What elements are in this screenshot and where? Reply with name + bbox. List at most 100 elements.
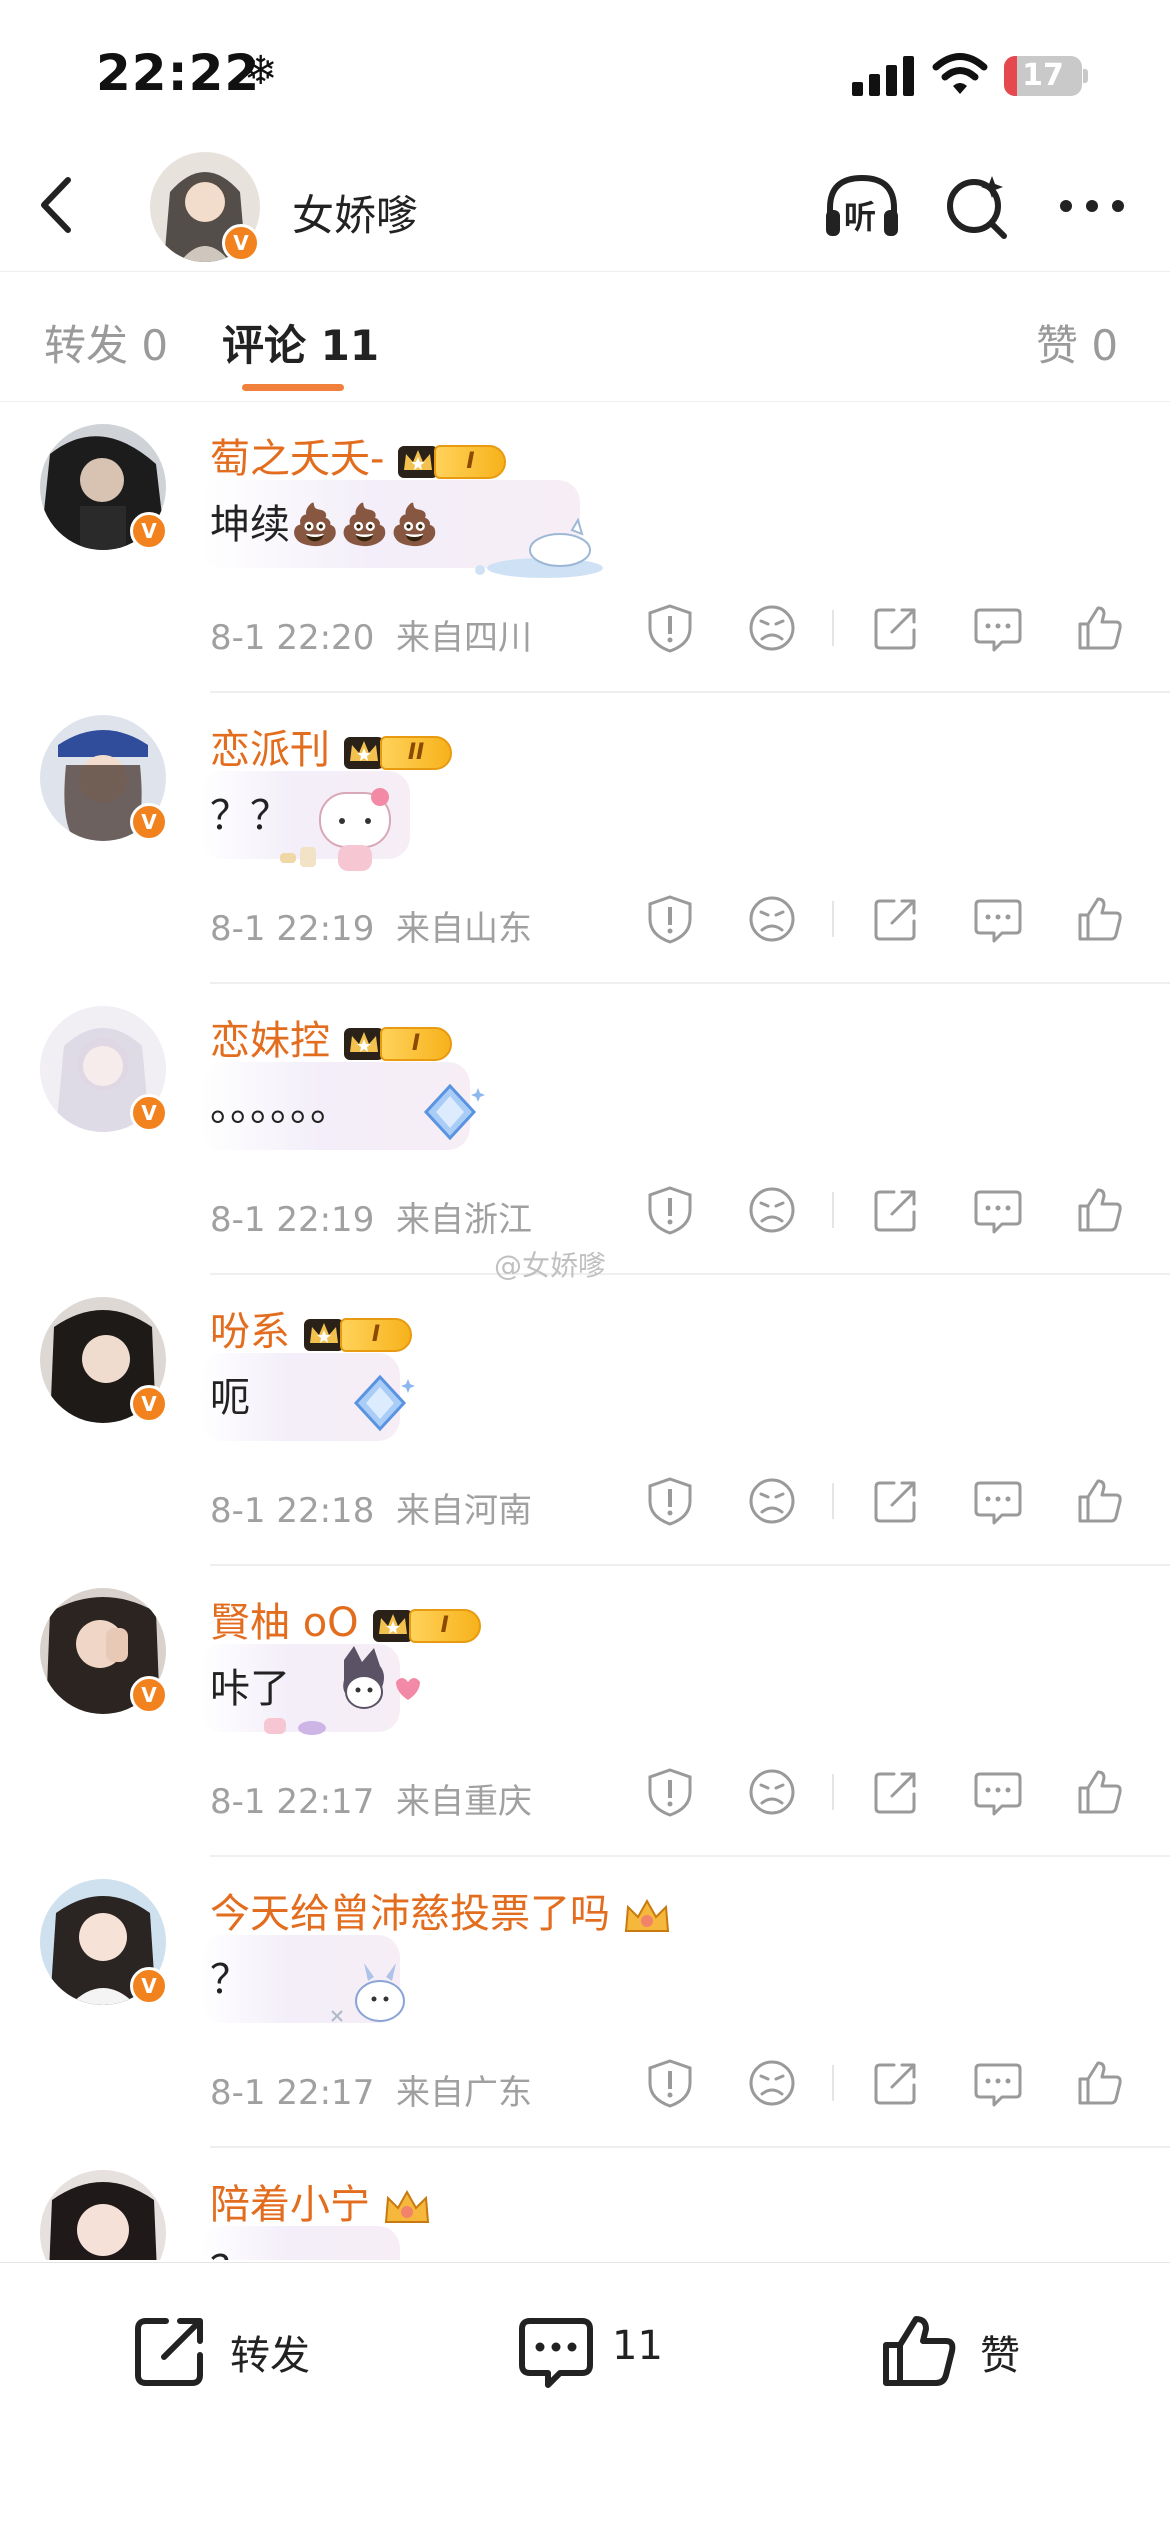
comment-username[interactable]: 陪着小宁: [210, 2172, 434, 2230]
listen-label: 听: [844, 198, 877, 236]
verified-badge-icon: V: [130, 1967, 168, 2005]
like-icon: [883, 2316, 956, 2386]
share-icon[interactable]: [870, 893, 922, 945]
diamond-sticker-icon: [353, 1374, 415, 1432]
comment-username[interactable]: 恋妹控 I: [210, 1008, 454, 1066]
report-icon[interactable]: [644, 1475, 696, 1527]
search-sparkle-icon[interactable]: [938, 170, 1018, 242]
report-icon[interactable]: [644, 1184, 696, 1236]
share-icon[interactable]: [870, 602, 922, 654]
comment-icon[interactable]: [972, 602, 1024, 654]
username-text: 吩系: [210, 1309, 290, 1355]
comment-meta: 8-1 22:17 来自重庆: [210, 1774, 532, 1823]
comment-username[interactable]: 恋派刊 II: [210, 717, 454, 775]
like-icon[interactable]: [1074, 893, 1126, 945]
username-text: 萄之夭夭-: [210, 436, 385, 482]
comment-icon[interactable]: [972, 1475, 1024, 1527]
comment-icon[interactable]: [972, 1184, 1024, 1236]
frown-icon[interactable]: [746, 1475, 798, 1527]
share-icon[interactable]: [870, 1766, 922, 1818]
action-divider: [832, 1774, 834, 1810]
verified-badge-icon: V: [130, 1385, 168, 1423]
like-icon[interactable]: [1074, 1475, 1126, 1527]
member-badge: II: [342, 731, 454, 773]
verified-badge-icon: V: [130, 803, 168, 841]
comment-time: 8-1 22:19: [210, 909, 375, 949]
frown-icon[interactable]: [746, 602, 798, 654]
comment-location: 来自河南: [395, 1491, 532, 1531]
comment-actions: [640, 598, 1160, 658]
comment-text: 。。。。。。: [210, 1084, 350, 1130]
like-icon[interactable]: [1074, 2057, 1126, 2109]
comment-list: V 萄之夭夭- I 坤续💩💩💩 8-1 22:20 来自四川 V 恋派刊 II …: [0, 402, 1170, 2260]
report-icon[interactable]: [644, 602, 696, 654]
action-divider: [832, 610, 834, 646]
comment-icon[interactable]: [972, 893, 1024, 945]
repost-button[interactable]: 转发: [130, 2311, 330, 2391]
battery-level: 17: [1022, 58, 1064, 93]
crown-icon: [384, 2189, 430, 2223]
verified-badge-icon: V: [130, 1676, 168, 1714]
frown-icon[interactable]: [746, 893, 798, 945]
frown-icon[interactable]: [746, 2057, 798, 2109]
share-icon[interactable]: [870, 1475, 922, 1527]
comment-time: 8-1 22:17: [210, 1782, 375, 1822]
more-icon[interactable]: [1052, 170, 1132, 242]
report-icon[interactable]: [644, 893, 696, 945]
comment-item: V 恋妹控 I 。。。。。。 8-1 22:19 来自浙江: [0, 984, 1170, 1275]
comment-username[interactable]: 吩系 I: [210, 1299, 414, 1357]
action-divider: [832, 1483, 834, 1519]
comment-meta: 8-1 22:19 来自浙江: [210, 1192, 532, 1241]
tab-likes[interactable]: 赞 0: [1036, 312, 1118, 373]
comment-item: V 今天给曾沛慈投票了吗 ？ 8-1 22:17 来自广东: [0, 1857, 1170, 2148]
comment-button[interactable]: 11: [516, 2311, 686, 2391]
tab-reposts[interactable]: 转发 0: [44, 312, 168, 373]
repost-label: 转发: [230, 2333, 310, 2379]
comment-location: 来自广东: [395, 2073, 532, 2113]
comment-location: 来自重庆: [395, 1782, 532, 1822]
like-icon[interactable]: [1074, 1766, 1126, 1818]
like-button[interactable]: 赞: [880, 2311, 1040, 2391]
tab-comments[interactable]: 评论 11: [222, 312, 379, 373]
back-arrow-icon[interactable]: [28, 170, 88, 240]
comment-meta: 8-1 22:17 来自广东: [210, 2065, 532, 2114]
action-divider: [832, 901, 834, 937]
comment-icon[interactable]: [972, 1766, 1024, 1818]
tab-bar: 转发 0 评论 11 赞 0: [0, 272, 1170, 402]
cellular-signal-icon: [852, 56, 914, 96]
report-icon[interactable]: [644, 2057, 696, 2109]
comment-actions: [640, 1180, 1160, 1240]
comment-time: 8-1 22:20: [210, 618, 375, 658]
comment-username[interactable]: 萄之夭夭- I: [210, 426, 508, 484]
member-badge: I: [396, 440, 508, 482]
bottom-action-bar: 转发 11 赞: [0, 2262, 1170, 2532]
comment-item: V 吩系 I 呃 8-1 22:18 来自河南: [0, 1275, 1170, 1566]
frown-icon[interactable]: [746, 1184, 798, 1236]
comment-location: 来自浙江: [395, 1200, 532, 1240]
active-tab-indicator: [242, 384, 344, 391]
comment-icon[interactable]: [972, 2057, 1024, 2109]
comment-item: V 恋派刊 II ？？ 8-1 22:19 来自山东: [0, 693, 1170, 984]
comment-meta: 8-1 22:19 来自山东: [210, 901, 532, 950]
comment-item: 陪着小宁 ？: [0, 2148, 1170, 2260]
member-level: I: [380, 1027, 452, 1061]
username-text: 今天给曾沛慈投票了吗: [210, 1891, 610, 1937]
comment-username[interactable]: 今天给曾沛慈投票了吗: [210, 1881, 674, 1939]
comment-time: 8-1 22:18: [210, 1491, 375, 1531]
nav-bar: V 女娇嗲 听: [0, 140, 1170, 272]
share-icon[interactable]: [870, 2057, 922, 2109]
wifi-icon: [932, 53, 988, 94]
member-badge: I: [342, 1022, 454, 1064]
verified-badge-icon: V: [222, 224, 260, 262]
comment-text: 坤续💩💩💩: [210, 502, 440, 548]
member-level: I: [434, 445, 507, 479]
avatar[interactable]: [40, 2170, 166, 2260]
like-icon[interactable]: [1074, 602, 1126, 654]
share-icon[interactable]: [870, 1184, 922, 1236]
report-icon[interactable]: [644, 1766, 696, 1818]
frown-icon[interactable]: [746, 1766, 798, 1818]
like-icon[interactable]: [1074, 1184, 1126, 1236]
battery-icon: 17: [1004, 56, 1088, 96]
comment-actions: [640, 1762, 1160, 1822]
listen-button[interactable]: 听: [822, 170, 902, 242]
